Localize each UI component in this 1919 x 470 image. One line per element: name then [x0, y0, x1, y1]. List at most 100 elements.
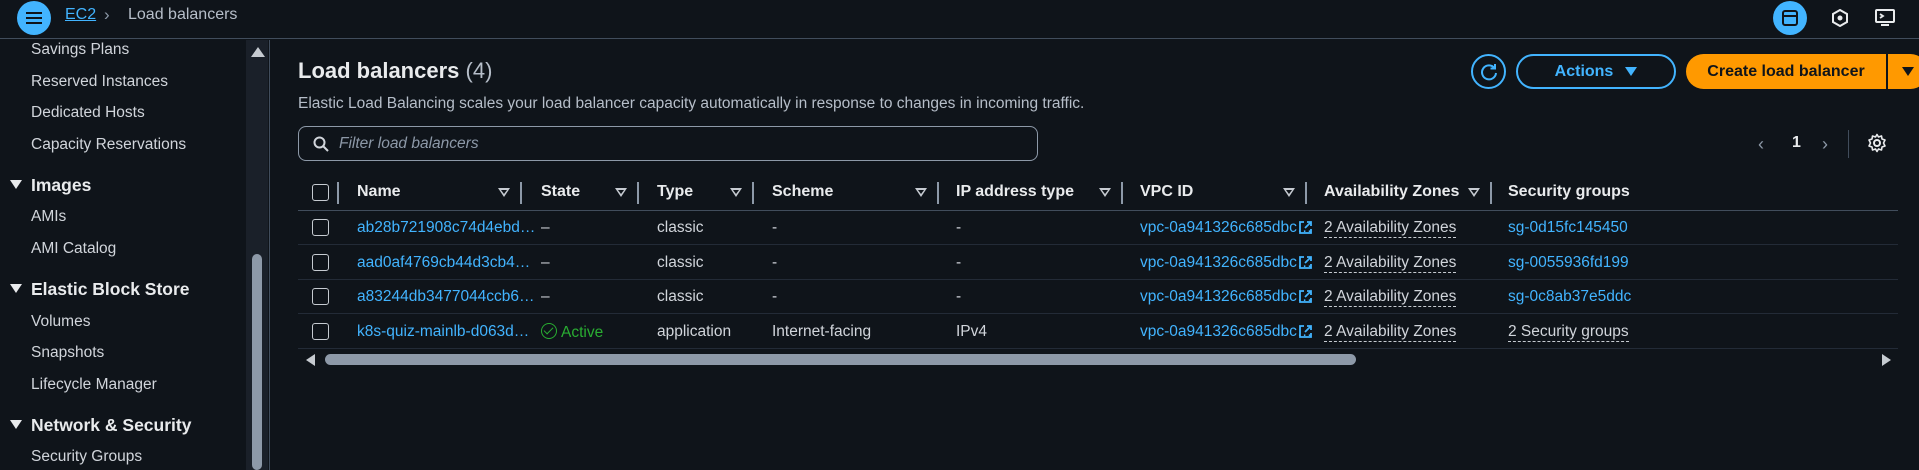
table-horizontal-scrollbar[interactable]: [298, 352, 1898, 368]
sidebar-item-volumes[interactable]: Volumes: [31, 313, 90, 331]
sort-icon[interactable]: [1099, 188, 1111, 197]
external-link-icon[interactable]: [1298, 324, 1313, 339]
sort-icon[interactable]: [498, 188, 510, 197]
refresh-icon: [1480, 63, 1497, 80]
filter-field[interactable]: [298, 126, 1038, 161]
hamburger-menu-icon[interactable]: [17, 1, 51, 35]
column-header-scheme[interactable]: Scheme: [772, 183, 833, 201]
page-number-button[interactable]: 1: [1792, 134, 1801, 152]
row-checkbox[interactable]: [312, 219, 329, 236]
availability-zones-popover[interactable]: 2 Availability Zones: [1324, 254, 1457, 273]
state-cell: Active: [541, 323, 603, 342]
table-row[interactable]: a83244db3477044ccb6… – classic - - vpc-0…: [298, 280, 1898, 314]
caret-down-icon: [10, 284, 22, 293]
availability-zones-popover[interactable]: 2 Availability Zones: [1324, 219, 1457, 238]
sidebar-item-dedicated-hosts[interactable]: Dedicated Hosts: [31, 104, 145, 122]
filter-input[interactable]: [339, 134, 1019, 153]
column-resizer[interactable]: [1121, 182, 1123, 204]
caret-down-icon: [1902, 67, 1914, 76]
vpc-id-link[interactable]: vpc-0a941326c685dbc…: [1140, 323, 1320, 341]
type-cell: application: [657, 323, 732, 340]
sidebar-item-snapshots[interactable]: Snapshots: [31, 344, 104, 362]
scroll-left-arrow-icon[interactable]: [306, 354, 315, 366]
sidebar-item-security-groups[interactable]: Security Groups: [31, 448, 142, 466]
previous-page-icon[interactable]: ‹: [1758, 134, 1764, 155]
gear-icon: [1868, 133, 1886, 153]
availability-zones-popover[interactable]: 2 Availability Zones: [1324, 288, 1457, 307]
security-group-link[interactable]: sg-0d15fc145450: [1508, 219, 1638, 237]
sidebar-scroll-thumb[interactable]: [252, 254, 262, 470]
sidebar-section-elastic-block-store[interactable]: Elastic Block Store: [10, 279, 190, 300]
caret-down-icon: [10, 180, 22, 189]
panel-layout-icon[interactable]: [1773, 1, 1807, 35]
column-resizer[interactable]: [752, 182, 754, 204]
notifications-icon[interactable]: [1823, 1, 1857, 35]
external-link-icon[interactable]: [1298, 255, 1313, 270]
cloudshell-icon[interactable]: [1868, 1, 1902, 35]
vpc-id-link[interactable]: vpc-0a941326c685dbc…: [1140, 219, 1320, 237]
sidebar-section-network-security[interactable]: Network & Security: [10, 415, 191, 436]
load-balancer-name-link[interactable]: ab28b721908c74d4ebd…: [357, 219, 547, 237]
sort-icon[interactable]: [1283, 188, 1295, 197]
column-resizer[interactable]: [937, 182, 939, 204]
chevron-right-icon: ›: [104, 5, 110, 24]
sort-icon[interactable]: [730, 188, 742, 197]
breadcrumb-ec2-link[interactable]: EC2: [65, 6, 96, 24]
scroll-right-arrow-icon[interactable]: [1882, 354, 1891, 366]
column-resizer[interactable]: [637, 182, 639, 204]
vpc-id-link[interactable]: vpc-0a941326c685dbc…: [1140, 288, 1320, 306]
load-balancer-name-link[interactable]: a83244db3477044ccb6…: [357, 288, 547, 306]
column-header-state[interactable]: State: [541, 183, 580, 201]
column-header-availability-zones[interactable]: Availability Zones: [1324, 183, 1459, 201]
actions-label: Actions: [1554, 62, 1614, 80]
sidebar-item-capacity-reservations[interactable]: Capacity Reservations: [31, 136, 186, 154]
external-link-icon[interactable]: [1298, 289, 1313, 304]
column-header-vpc-id[interactable]: VPC ID: [1140, 183, 1193, 201]
row-checkbox[interactable]: [312, 323, 329, 340]
column-header-ip-address-type[interactable]: IP address type: [956, 183, 1074, 201]
column-header-type[interactable]: Type: [657, 183, 693, 201]
sidebar-item-lifecycle-manager[interactable]: Lifecycle Manager: [31, 376, 157, 394]
sort-icon[interactable]: [615, 188, 627, 197]
ip-type-cell: -: [956, 254, 962, 271]
next-page-icon[interactable]: ›: [1822, 134, 1828, 155]
sidebar-section-images[interactable]: Images: [10, 175, 91, 196]
external-link-icon[interactable]: [1298, 220, 1313, 235]
state-cell: –: [541, 288, 550, 305]
sidebar-item-savings-plans[interactable]: Savings Plans: [31, 41, 129, 59]
security-groups-popover[interactable]: 2 Security groups: [1508, 323, 1629, 342]
column-header-name[interactable]: Name: [357, 183, 401, 201]
actions-dropdown-button[interactable]: Actions: [1516, 54, 1676, 89]
vpc-id-link[interactable]: vpc-0a941326c685dbc…: [1140, 254, 1320, 272]
column-resizer[interactable]: [520, 182, 522, 204]
load-balancer-name-link[interactable]: aad0af4769cb44d3cb4…: [357, 254, 547, 272]
row-checkbox[interactable]: [312, 254, 329, 271]
sidebar-item-ami-catalog[interactable]: AMI Catalog: [31, 240, 116, 258]
sidebar-scrollbar[interactable]: [246, 40, 268, 470]
create-options-dropdown[interactable]: [1888, 54, 1919, 89]
refresh-button[interactable]: [1471, 54, 1506, 89]
security-group-link[interactable]: sg-0c8ab37e5ddc: [1508, 288, 1638, 306]
security-group-link[interactable]: sg-0055936fd199: [1508, 254, 1638, 272]
select-all-checkbox[interactable]: [312, 184, 329, 201]
sidebar-item-reserved-instances[interactable]: Reserved Instances: [31, 73, 168, 91]
table-row[interactable]: k8s-quiz-mainlb-d063d… Active applicatio…: [298, 315, 1898, 349]
ip-type-cell: -: [956, 219, 962, 236]
row-checkbox[interactable]: [312, 288, 329, 305]
sort-icon[interactable]: [1468, 188, 1480, 197]
column-resizer[interactable]: [1490, 182, 1492, 204]
table-preferences-button[interactable]: [1867, 133, 1887, 158]
caret-down-icon: [1625, 67, 1638, 76]
table-row[interactable]: aad0af4769cb44d3cb4… – classic - - vpc-0…: [298, 246, 1898, 280]
sidebar-item-amis[interactable]: AMIs: [31, 208, 66, 226]
horizontal-scroll-thumb[interactable]: [325, 354, 1356, 365]
sidebar-navigation: Savings Plans Reserved Instances Dedicat…: [0, 40, 270, 470]
scroll-up-arrow-icon[interactable]: [251, 47, 265, 57]
sort-icon[interactable]: [915, 188, 927, 197]
create-load-balancer-button[interactable]: Create load balancer: [1686, 54, 1886, 89]
table-row[interactable]: ab28b721908c74d4ebd… – classic - - vpc-0…: [298, 211, 1898, 245]
availability-zones-popover[interactable]: 2 Availability Zones: [1324, 323, 1457, 342]
column-resizer[interactable]: [1305, 182, 1307, 204]
load-balancer-name-link[interactable]: k8s-quiz-mainlb-d063d…: [357, 323, 547, 341]
column-header-security-groups[interactable]: Security groups: [1508, 183, 1630, 201]
